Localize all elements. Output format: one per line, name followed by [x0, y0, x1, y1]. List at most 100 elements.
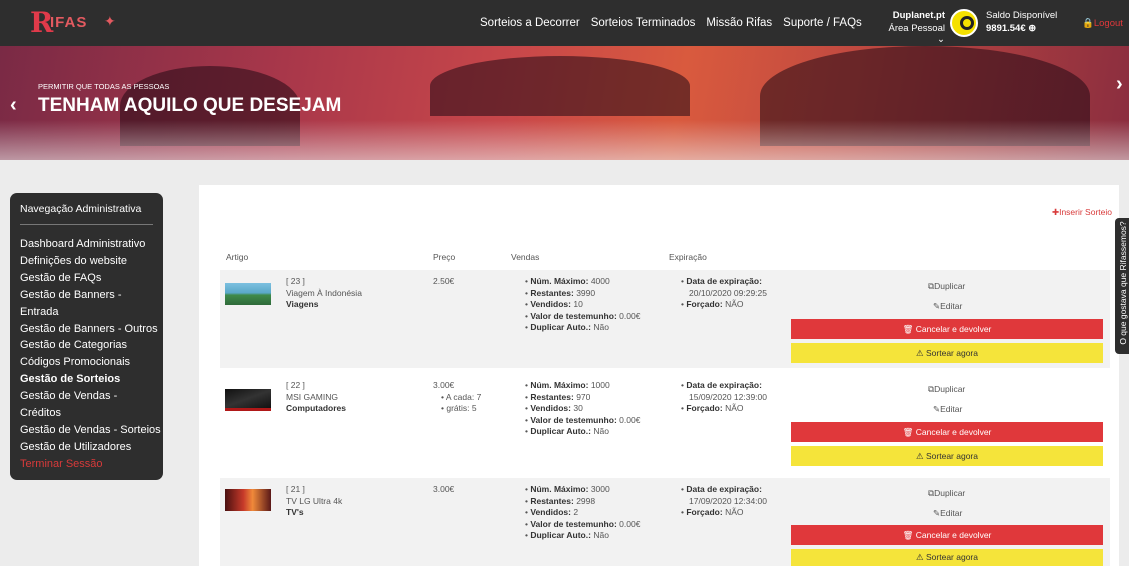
- avatar[interactable]: [950, 9, 978, 37]
- article-category: TV's: [286, 507, 304, 517]
- sidebar-item-banners-other[interactable]: Gestão de Banners - Outros: [20, 321, 163, 338]
- duplicate-button[interactable]: ⧉Duplicar: [928, 384, 965, 395]
- site-logo[interactable]: R IFAS ✦: [30, 9, 126, 37]
- edit-button[interactable]: ✎Editar: [933, 508, 962, 519]
- forced-value: NÃO: [725, 403, 744, 413]
- article-name[interactable]: MSI GAMING: [286, 392, 346, 404]
- plus-icon: ✚: [1051, 207, 1060, 217]
- expiry-cell: • Data de expiração: 15/09/2020 12:39:00…: [681, 380, 767, 413]
- draw-now-button[interactable]: ⚠ Sortear agora: [791, 343, 1103, 363]
- draw-now-button[interactable]: ⚠ Sortear agora: [791, 446, 1103, 466]
- forced-value: NÃO: [725, 299, 744, 309]
- testimony-value: 0.00€: [619, 310, 641, 321]
- warning-icon: ⚠: [916, 348, 924, 358]
- palm-decoration: [430, 56, 690, 116]
- cancel-refund-button[interactable]: 🗑 Cancelar e devolver: [791, 422, 1103, 442]
- banner-subtitle: PERMITIR QUE TODAS AS PESSOAS: [38, 82, 170, 91]
- sidebar-item-categories[interactable]: Gestão de Categorias: [20, 337, 163, 354]
- logout-link[interactable]: 🔒Logout: [1082, 18, 1123, 29]
- main-nav: Sorteios a Decorrer Sorteios Terminados …: [480, 17, 862, 29]
- sidebar-item-settings[interactable]: Definições do website: [20, 253, 163, 270]
- max-tickets: 3000: [590, 484, 610, 494]
- max-tickets: 1000: [590, 380, 610, 390]
- sidebar-item-logout[interactable]: Terminar Sessão: [20, 456, 163, 473]
- remaining-tickets: 2998: [576, 495, 596, 506]
- remaining-tickets: 970: [576, 391, 591, 402]
- cancel-refund-button[interactable]: 🗑 Cancelar e devolver: [791, 319, 1103, 339]
- price-value: 3.00€: [433, 380, 455, 390]
- lock-icon: 🔒: [1082, 18, 1094, 29]
- price-every: • A cada: 7: [441, 391, 482, 402]
- nav-link-support[interactable]: Suporte / FAQs: [783, 17, 862, 29]
- remaining-tickets: 3990: [576, 287, 596, 298]
- sales-cell: • Núm. Máximo: 3000 • Restantes: 2998 • …: [525, 484, 641, 540]
- cancel-refund-button[interactable]: 🗑 Cancelar e devolver: [791, 525, 1103, 545]
- hero-banner: PERMITIR QUE TODAS AS PESSOAS TENHAM AQU…: [0, 46, 1129, 160]
- chevron-left-icon[interactable]: ‹: [10, 94, 17, 117]
- suggestion-tab-label: O que gostava que Rifassemos?: [1118, 221, 1128, 345]
- nav-link-ongoing[interactable]: Sorteios a Decorrer: [480, 17, 580, 29]
- balance-value[interactable]: 9891.54€ ⊕: [986, 23, 1057, 34]
- column-header-article: Artigo: [226, 252, 249, 262]
- product-thumbnail[interactable]: [225, 389, 271, 411]
- trash-icon: 🗑: [902, 324, 914, 334]
- edit-button[interactable]: ✎Editar: [933, 301, 962, 312]
- article-id: [ 23 ]: [286, 276, 305, 286]
- product-thumbnail[interactable]: [225, 489, 271, 511]
- logo-star-icon: ✦: [104, 13, 116, 29]
- sidebar-item-sales-credits-2[interactable]: Créditos: [20, 405, 163, 422]
- sidebar-item-draws[interactable]: Gestão de Sorteios: [20, 371, 163, 388]
- testimony-value: 0.00€: [619, 518, 641, 529]
- account-menu[interactable]: Duplanet.pt Área Pessoal ⌄: [881, 10, 945, 45]
- warning-icon: ⚠: [916, 552, 924, 562]
- sidebar-item-faqs[interactable]: Gestão de FAQs: [20, 270, 163, 287]
- sold-tickets: 2: [573, 507, 579, 517]
- column-header-price: Preço: [433, 252, 456, 262]
- article-info: [ 21 ] TV LG Ultra 4k TV's: [286, 484, 342, 519]
- insert-draw-link[interactable]: ✚Inserir Sorteio: [1050, 207, 1112, 218]
- trash-icon: 🗑: [902, 427, 914, 437]
- product-thumbnail[interactable]: [225, 283, 271, 305]
- max-tickets: 4000: [590, 276, 610, 286]
- sidebar-item-users[interactable]: Gestão de Utilizadores: [20, 439, 163, 456]
- testimony-value: 0.00€: [619, 414, 641, 425]
- article-category: Computadores: [286, 403, 346, 413]
- sidebar-item-sales-draws[interactable]: Gestão de Vendas - Sorteios: [20, 422, 163, 439]
- price-cell: 3.00€: [433, 484, 454, 496]
- price-cell: 3.00€ • A cada: 7 • grátis: 5: [433, 380, 481, 415]
- sidebar-item-banners-entry[interactable]: Gestão de Banners -: [20, 287, 163, 304]
- nav-link-finished[interactable]: Sorteios Terminados: [591, 17, 696, 29]
- admin-sidebar: Navegação Administrativa Dashboard Admin…: [10, 193, 163, 480]
- sold-tickets: 10: [573, 299, 583, 309]
- expiry-cell: • Data de expiração: 17/09/2020 12:34:00…: [681, 484, 767, 517]
- sidebar-item-promo-codes[interactable]: Códigos Promocionais: [20, 354, 163, 371]
- table-row: [ 21 ] TV LG Ultra 4k TV's 3.00€ • Núm. …: [220, 478, 1110, 566]
- sidebar-item-sales-credits[interactable]: Gestão de Vendas -: [20, 388, 163, 405]
- account-area-link[interactable]: Área Pessoal ⌄: [881, 23, 945, 45]
- sales-cell: • Núm. Máximo: 1000 • Restantes: 970 • V…: [525, 380, 641, 436]
- article-id: [ 22 ]: [286, 380, 305, 390]
- article-category: Viagens: [286, 299, 319, 309]
- sidebar-item-banners-entry-2[interactable]: Entrada: [20, 304, 163, 321]
- article-name[interactable]: Viagem À Indonésia: [286, 288, 362, 300]
- logo-text: IFAS: [50, 14, 88, 31]
- duplicate-button[interactable]: ⧉Duplicar: [928, 488, 965, 499]
- sales-cell: • Núm. Máximo: 4000 • Restantes: 3990 • …: [525, 276, 641, 332]
- article-name[interactable]: TV LG Ultra 4k: [286, 496, 342, 508]
- banner-title: TENHAM AQUILO QUE DESEJAM: [38, 95, 342, 116]
- table-row: [ 22 ] MSI GAMING Computadores 3.00€ • A…: [220, 374, 1110, 472]
- balance-box: Saldo Disponível 9891.54€ ⊕: [986, 10, 1057, 34]
- suggestion-side-tab[interactable]: O que gostava que Rifassemos?: [1115, 218, 1129, 354]
- article-id: [ 21 ]: [286, 484, 305, 494]
- nav-link-mission[interactable]: Missão Rifas: [706, 17, 772, 29]
- edit-button[interactable]: ✎Editar: [933, 404, 962, 415]
- price-cell: 2.50€: [433, 276, 454, 288]
- draw-now-button[interactable]: ⚠ Sortear agora: [791, 549, 1103, 566]
- sidebar-item-dashboard[interactable]: Dashboard Administrativo: [20, 236, 163, 253]
- chevron-right-icon[interactable]: ›: [1116, 73, 1123, 96]
- duplicate-button[interactable]: ⧉Duplicar: [928, 281, 965, 292]
- expiry-date: 17/09/2020 12:34:00: [689, 495, 767, 506]
- auto-duplicate: Não: [593, 530, 609, 540]
- column-header-sales: Vendas: [511, 252, 540, 262]
- auto-duplicate: Não: [593, 322, 609, 332]
